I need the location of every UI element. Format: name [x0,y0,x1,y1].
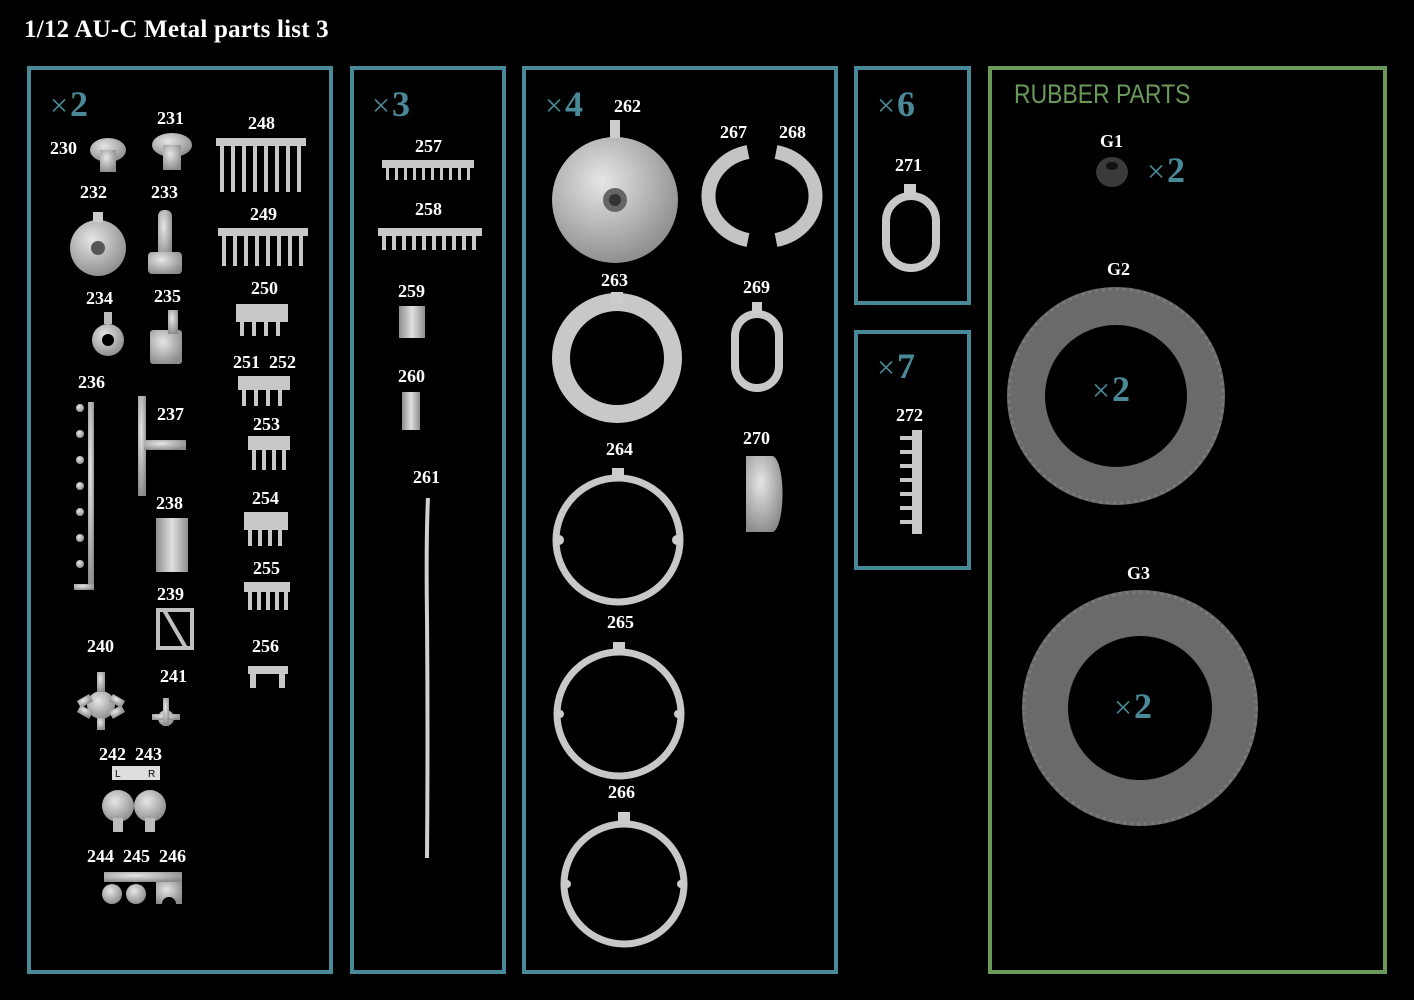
label-237: 237 [157,404,184,424]
part-253-comb [248,436,290,470]
svg-text:R: R [148,769,155,780]
part-242-243-pair: L R [102,766,166,832]
part-233-arm [148,210,182,274]
part-251-252-comb [238,376,290,406]
label-258: 258 [415,199,442,219]
label-234: 234 [86,288,113,308]
part-238-cylinder [156,518,188,572]
label-259: 259 [398,281,425,301]
label-263: 263 [601,270,628,290]
label-262: 262 [614,96,641,116]
part-258-comb [378,228,482,250]
label-230: 230 [50,138,77,158]
part-262-drum [552,120,678,263]
parts-illustrations: L R [70,120,1258,948]
label-235: 235 [154,286,181,306]
label-248: 248 [248,113,275,133]
label-269: 269 [743,277,770,297]
label-240: 240 [87,636,114,656]
label-253: 253 [253,414,280,434]
part-272-comb [900,430,922,534]
part-248-comb [216,138,306,192]
label-233: 233 [151,182,178,202]
label-g2: G2 [1107,259,1131,279]
part-266-ring [560,812,688,948]
part-265-ring [553,642,685,780]
label-255: 255 [253,558,280,578]
part-255-comb [244,582,290,610]
label-270: 270 [743,428,770,448]
label-239: 239 [157,584,184,604]
part-231-knob [152,133,192,170]
label-236: 236 [78,372,105,392]
multiplier-g2: ×2 [1092,369,1131,409]
part-261-rod [424,497,430,859]
part-250-comb [236,304,288,336]
label-231: 231 [157,108,184,128]
label-272: 272 [896,405,923,425]
label-g3: G3 [1127,563,1151,583]
part-270-block [746,456,783,532]
label-249: 249 [250,204,277,224]
label-266: 266 [608,782,635,802]
label-232: 232 [80,182,107,202]
label-g1: G1 [1100,131,1124,151]
label-268: 268 [779,122,806,142]
part-260-sleeve [402,392,420,430]
part-241-bracket [152,698,180,726]
part-271-loop [882,184,940,272]
label-264: 264 [606,439,633,459]
part-230-knob [90,138,126,172]
multiplier-g1: ×2 [1147,150,1186,190]
part-235-bracket [150,310,182,364]
label-251-252: 251 252 [233,352,296,372]
part-249-comb [218,228,308,266]
label-238: 238 [156,493,183,513]
part-256-bar [248,666,288,688]
part-257-comb [382,160,474,180]
part-244-246-set [102,872,182,904]
part-232-disc [70,212,126,276]
part-240-star [76,672,126,730]
part-236-rail [74,402,94,590]
part-254-comb [244,512,288,546]
label-241: 241 [160,666,187,686]
part-g1-grommet [1096,157,1128,187]
label-257: 257 [415,136,442,156]
multiplier-g3: ×2 [1114,686,1153,726]
rubber-parts-heading: RUBBER PARTS [1014,79,1191,109]
part-263-ring [552,292,682,423]
label-242-243: 242 243 [99,744,162,764]
label-265: 265 [607,612,634,632]
label-267: 267 [720,122,747,142]
label-261: 261 [413,467,440,487]
label-254: 254 [252,488,279,508]
label-250: 250 [251,278,278,298]
part-269-loop [731,302,783,392]
label-260: 260 [398,366,425,386]
part-267-268-shoes [701,145,823,247]
label-256: 256 [252,636,279,656]
part-234-washer [92,312,124,356]
part-239-frame [156,608,194,650]
label-244-246: 244 245 246 [87,846,186,866]
label-271: 271 [895,155,922,175]
part-259-sleeve [399,306,425,338]
svg-text:L: L [115,769,121,780]
part-264-ring [552,468,684,606]
